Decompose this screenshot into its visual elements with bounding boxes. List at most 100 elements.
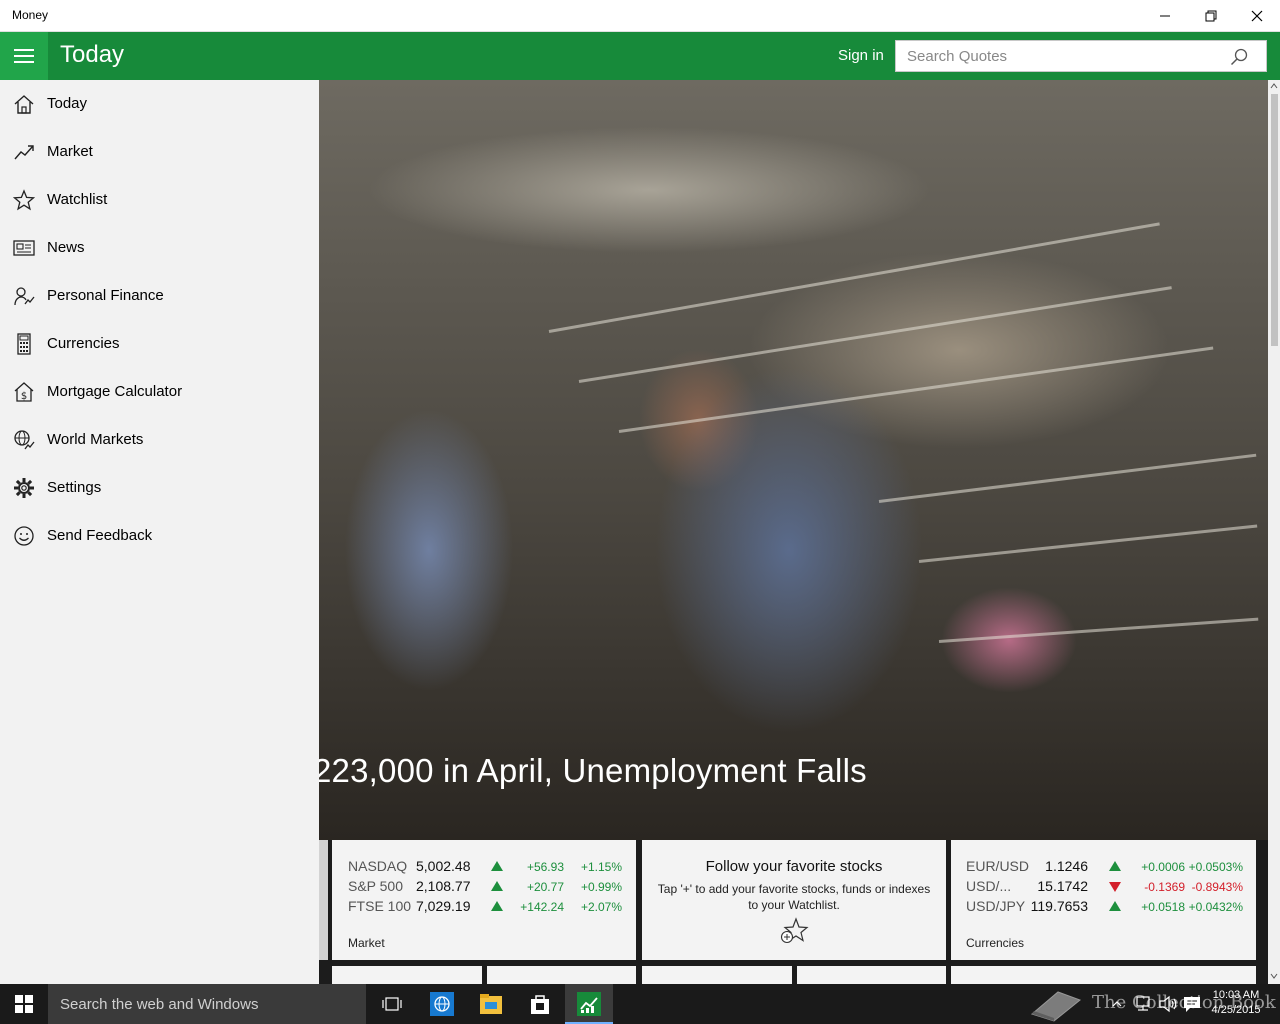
up-arrow-icon: [491, 861, 503, 871]
partial-tile[interactable]: [487, 966, 636, 984]
quote-name: S&P 500: [348, 878, 404, 894]
tiles-area: NASDAQ 5,002.48 +56.93 +1.15% S&P 500 2,…: [319, 840, 1268, 984]
market-tile[interactable]: NASDAQ 5,002.48 +56.93 +1.15% S&P 500 2,…: [332, 840, 636, 960]
personal-finance-icon: [12, 284, 36, 308]
watermark-text: The Collection Book: [1092, 992, 1276, 1013]
nav-item-settings[interactable]: Settings: [0, 464, 319, 512]
main-content: 223,000 in April, Unemployment Falls NAS…: [319, 80, 1268, 984]
scroll-down-icon[interactable]: [1270, 973, 1278, 979]
search-icon[interactable]: [1230, 48, 1248, 66]
nav-item-label: World Markets: [47, 431, 144, 448]
currency-change: -0.1369: [1144, 880, 1185, 894]
smiley-icon: [12, 524, 36, 548]
taskbar-app-browser[interactable]: [426, 988, 458, 1020]
nav-item-today[interactable]: Today: [0, 80, 319, 128]
quote-value: 2,108.77: [416, 878, 471, 894]
task-view-icon: [382, 997, 402, 1011]
currency-percent: -0.8943%: [1191, 880, 1243, 894]
scroll-up-icon[interactable]: [1270, 83, 1278, 89]
page-title: Today: [60, 41, 125, 68]
hero-decoration: [918, 524, 1258, 563]
taskbar-app-store[interactable]: [524, 988, 556, 1020]
hero-image[interactable]: 223,000 in April, Unemployment Falls: [319, 80, 1268, 840]
currency-value: 1.1246: [1045, 858, 1088, 874]
browser-icon: [430, 992, 454, 1016]
star-add-icon[interactable]: [779, 917, 809, 945]
currencies-tile[interactable]: EUR/USD 1.1246 +0.0006 +0.0503% USD/... …: [951, 840, 1256, 960]
vertical-scrollbar[interactable]: [1268, 80, 1280, 984]
quote-value: 5,002.48: [416, 858, 471, 874]
hero-decoration: [548, 222, 1160, 333]
nav-item-personal-finance[interactable]: Personal Finance: [0, 272, 319, 320]
news-icon: [12, 236, 36, 260]
nav-item-market[interactable]: Market: [0, 128, 319, 176]
quote-change: +142.24: [520, 900, 564, 914]
home-icon: [12, 92, 36, 116]
up-arrow-icon: [1109, 861, 1121, 871]
money-app-icon: [577, 992, 601, 1016]
currency-name: USD/...: [966, 878, 1012, 894]
taskbar-search-box[interactable]: Search the web and Windows: [48, 984, 366, 1024]
close-button[interactable]: [1234, 0, 1280, 32]
title-bar: Money: [0, 0, 1280, 32]
currency-percent: +0.0432%: [1188, 900, 1243, 914]
hero-headline[interactable]: 223,000 in April, Unemployment Falls: [319, 752, 867, 790]
hamburger-icon: [14, 49, 34, 63]
up-arrow-icon: [491, 881, 503, 891]
nav-item-label: Settings: [47, 479, 102, 496]
globe-icon: [12, 428, 36, 452]
taskbar-app-money-active[interactable]: [565, 984, 613, 1024]
nav-item-mortgage-calculator[interactable]: $ Mortgage Calculator: [0, 368, 319, 416]
down-arrow-icon: [1109, 882, 1121, 892]
scrollbar-thumb[interactable]: [1271, 94, 1278, 346]
task-view-button[interactable]: [376, 988, 408, 1020]
app-header: Today Sign in: [0, 32, 1280, 80]
nav-pane: Today Market Watchlist News Personal Fin…: [0, 80, 319, 984]
currency-name: USD/JPY: [966, 898, 1026, 914]
nav-item-label: Today: [47, 95, 88, 112]
nav-item-news[interactable]: News: [0, 224, 319, 272]
quote-change: +20.77: [526, 880, 564, 894]
minimize-icon: [1160, 15, 1170, 17]
quote-value: 7,029.19: [416, 898, 471, 914]
restore-icon: [1205, 10, 1217, 22]
quote-name: NASDAQ: [348, 858, 408, 874]
windows-logo-icon: [15, 995, 33, 1013]
search-quotes-box[interactable]: [895, 40, 1267, 72]
quote-percent: +2.07%: [580, 900, 622, 914]
nav-item-currencies[interactable]: Currencies: [0, 320, 319, 368]
currency-value: 119.7653: [1030, 898, 1088, 914]
nav-item-send-feedback[interactable]: Send Feedback: [0, 512, 319, 560]
taskbar-search-text: Search the web and Windows: [60, 996, 259, 1013]
partial-tile[interactable]: [951, 966, 1256, 984]
book-icon: [1030, 991, 1082, 1022]
gear-icon: [12, 476, 36, 500]
nav-item-label: Watchlist: [47, 191, 108, 208]
hero-decoration: [938, 617, 1259, 643]
currency-name: EUR/USD: [966, 858, 1030, 874]
nav-item-label: Market: [47, 143, 93, 160]
taskbar-app-file-explorer[interactable]: [475, 988, 507, 1020]
app-title: Money: [12, 8, 49, 22]
partial-tile[interactable]: [797, 966, 946, 984]
minimize-button[interactable]: [1142, 0, 1188, 32]
currency-value: 15.1742: [1037, 878, 1088, 894]
nav-item-label: Send Feedback: [47, 527, 153, 544]
partial-tile[interactable]: [332, 966, 482, 984]
partial-tile[interactable]: [319, 840, 328, 960]
start-button[interactable]: [0, 984, 48, 1024]
svg-text:$: $: [21, 391, 27, 402]
currency-percent: +0.0503%: [1188, 860, 1243, 874]
nav-item-world-markets[interactable]: World Markets: [0, 416, 319, 464]
tile-label: Currencies: [966, 936, 1025, 950]
nav-item-watchlist[interactable]: Watchlist: [0, 176, 319, 224]
watchlist-tile[interactable]: Follow your favorite stocks Tap '+' to a…: [642, 840, 946, 960]
restore-button[interactable]: [1188, 0, 1234, 32]
folder-icon: [480, 994, 502, 1014]
hamburger-menu-button[interactable]: [0, 32, 48, 80]
search-quotes-input[interactable]: [896, 41, 1216, 71]
partial-tile[interactable]: [642, 966, 792, 984]
quote-name: FTSE 100: [348, 898, 412, 914]
nav-item-label: Currencies: [47, 335, 120, 352]
sign-in-link[interactable]: Sign in: [838, 47, 884, 64]
